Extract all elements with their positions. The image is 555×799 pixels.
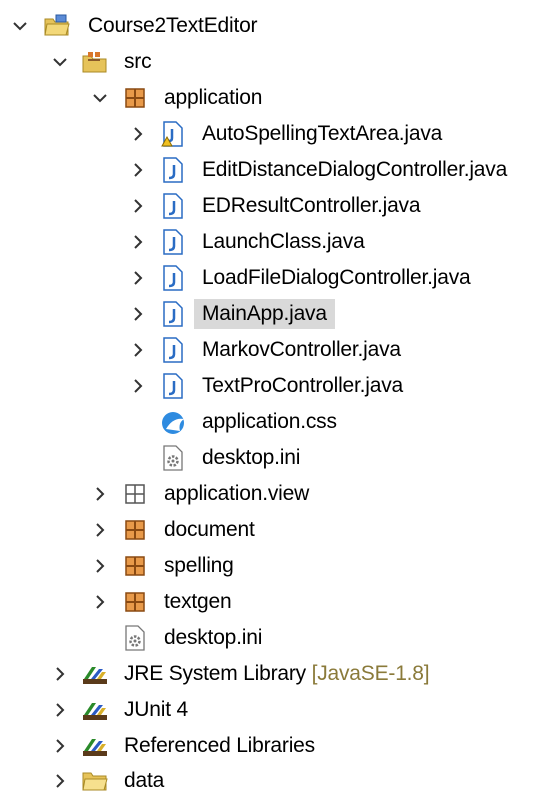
css-file-icon — [160, 409, 186, 435]
tree-label: LoadFileDialogController.java — [202, 266, 471, 289]
tree-row-src[interactable]: src — [0, 44, 555, 80]
java-file-icon — [160, 337, 186, 363]
chevron-right-icon[interactable] — [90, 556, 110, 576]
tree-label: MainApp.java — [194, 299, 335, 329]
chevron-right-icon[interactable] — [50, 700, 70, 720]
tree-row-file[interactable]: TextProController.java — [0, 368, 555, 404]
tree-row-file[interactable]: application.css — [0, 404, 555, 440]
chevron-right-icon[interactable] — [90, 592, 110, 612]
empty-package-icon — [122, 481, 148, 507]
tree-label: spelling — [164, 554, 234, 577]
tree-label: AutoSpellingTextArea.java — [202, 122, 443, 145]
package-icon — [122, 517, 148, 543]
tree-row-file[interactable]: EDResultController.java — [0, 188, 555, 224]
java-file-icon — [160, 373, 186, 399]
tree-label: src — [124, 50, 152, 73]
project-explorer-tree: Course2TextEditor src application AutoSp… — [0, 0, 555, 793]
chevron-right-icon[interactable] — [128, 340, 148, 360]
tree-label: desktop.ini — [164, 626, 263, 649]
tree-row-package-application[interactable]: application — [0, 80, 555, 116]
chevron-right-icon[interactable] — [128, 268, 148, 288]
java-file-icon — [160, 193, 186, 219]
chevron-right-icon[interactable] — [128, 304, 148, 324]
tree-label: application — [164, 86, 263, 109]
tree-label: EDResultController.java — [202, 194, 421, 217]
chevron-right-icon[interactable] — [128, 124, 148, 144]
package-icon — [122, 553, 148, 579]
tree-label: desktop.ini — [202, 446, 301, 469]
chevron-right-icon[interactable] — [90, 520, 110, 540]
java-file-icon — [160, 229, 186, 255]
tree-row-file[interactable]: MarkovController.java — [0, 332, 555, 368]
chevron-right-icon[interactable] — [128, 196, 148, 216]
tree-label: application.view — [164, 482, 310, 505]
package-icon — [122, 589, 148, 615]
tree-row-file[interactable]: desktop.ini — [0, 440, 555, 476]
tree-label: application.css — [202, 410, 337, 433]
chevron-right-icon[interactable] — [90, 484, 110, 504]
tree-row-package[interactable]: application.view — [0, 476, 555, 512]
chevron-right-icon[interactable] — [128, 160, 148, 180]
chevron-down-icon[interactable] — [50, 52, 70, 72]
tree-row-file[interactable]: desktop.ini — [0, 620, 555, 656]
library-icon — [82, 733, 108, 759]
tree-row-file[interactable]: EditDistanceDialogController.java — [0, 152, 555, 188]
tree-row-folder[interactable]: data — [0, 763, 555, 799]
folder-icon — [82, 768, 108, 794]
tree-row-library[interactable]: JRE System Library [JavaSE-1.8] — [0, 656, 555, 692]
chevron-right-icon[interactable] — [50, 771, 70, 791]
chevron-down-icon[interactable] — [10, 16, 30, 36]
java-project-icon — [44, 13, 70, 39]
settings-file-icon — [122, 625, 148, 651]
chevron-down-icon[interactable] — [90, 88, 110, 108]
tree-row-library[interactable]: Referenced Libraries — [0, 728, 555, 764]
java-file-warning-icon — [160, 121, 186, 147]
java-file-icon — [160, 301, 186, 327]
chevron-right-icon[interactable] — [50, 664, 70, 684]
tree-label: JRE System Library [JavaSE-1.8] — [120, 659, 433, 689]
chevron-right-icon[interactable] — [50, 736, 70, 756]
tree-label: TextProController.java — [202, 374, 404, 397]
tree-label: Course2TextEditor — [88, 14, 258, 37]
library-icon — [82, 661, 108, 687]
chevron-right-icon[interactable] — [128, 376, 148, 396]
tree-row-package[interactable]: spelling — [0, 548, 555, 584]
library-icon — [82, 697, 108, 723]
tree-row-file[interactable]: AutoSpellingTextArea.java — [0, 116, 555, 152]
tree-label: document — [164, 518, 255, 541]
library-name: JRE System Library — [124, 662, 306, 685]
tree-row-file[interactable]: LoadFileDialogController.java — [0, 260, 555, 296]
source-folder-icon — [82, 49, 108, 75]
chevron-right-icon[interactable] — [128, 232, 148, 252]
library-version: [JavaSE-1.8] — [311, 662, 430, 685]
tree-label: MarkovController.java — [202, 338, 401, 361]
java-file-icon — [160, 157, 186, 183]
tree-row-file-selected[interactable]: MainApp.java — [0, 296, 555, 332]
tree-label: EditDistanceDialogController.java — [202, 158, 508, 181]
settings-file-icon — [160, 445, 186, 471]
package-icon — [122, 85, 148, 111]
java-file-icon — [160, 265, 186, 291]
tree-label: Referenced Libraries — [124, 734, 315, 757]
tree-row-file[interactable]: LaunchClass.java — [0, 224, 555, 260]
tree-label: JUnit 4 — [124, 698, 188, 721]
tree-label: textgen — [164, 590, 232, 613]
tree-row-package[interactable]: document — [0, 512, 555, 548]
tree-row-project[interactable]: Course2TextEditor — [0, 8, 555, 44]
tree-label: data — [124, 769, 165, 792]
tree-row-library[interactable]: JUnit 4 — [0, 692, 555, 728]
tree-row-package[interactable]: textgen — [0, 584, 555, 620]
tree-label: LaunchClass.java — [202, 230, 365, 253]
